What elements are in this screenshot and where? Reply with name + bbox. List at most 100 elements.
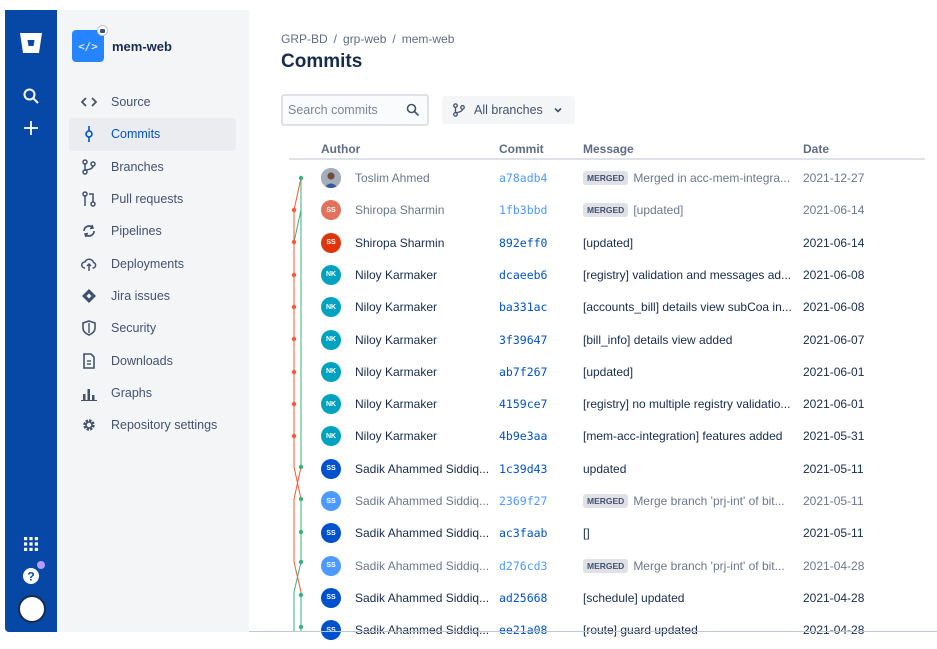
branch-filter-dropdown[interactable]: All branches [442,96,575,124]
commit-message-text: [accounts_bill] details view subCoa in..… [583,300,792,315]
table-row[interactable]: NK Niloy Karmaker ba331ac [accounts_bill] d… [289,291,925,323]
sidebar-item-pipelines[interactable]: Pipelines [69,215,236,247]
author-avatar[interactable]: SS [321,232,341,253]
app-switcher-icon[interactable] [17,530,45,558]
sidebar-item-label: Commits [111,127,161,142]
sidebar-item-label: Pull requests [111,192,184,207]
avatar-initials: SS [326,594,336,602]
author-avatar[interactable]: NK [321,264,341,285]
table-row[interactable]: NK Niloy Karmaker dcaeeb6 [registry] valida… [289,259,925,291]
author-avatar[interactable]: SS [321,200,341,221]
project-sidebar: </> mem-web Source Commits Branches Pull… [57,10,249,632]
bitbucket-logo-icon[interactable] [19,32,43,54]
avatar-initials: SS [326,206,336,214]
commit-hash-link[interactable]: 2369f27 [499,494,547,508]
table-header: Author Commit Message Date [289,138,925,160]
commit-message: updated [583,462,793,476]
commit-hash-link[interactable]: ac3faab [499,526,547,540]
repo-header[interactable]: </> mem-web [72,25,172,62]
commit-author: Niloy Karmaker [355,364,438,379]
author-avatar[interactable]: SS [321,555,341,576]
avatar-initials: NK [325,271,337,279]
breadcrumb-repo[interactable]: mem-web [402,32,455,46]
sidebar-item-security[interactable]: Security [69,312,236,344]
table-row[interactable]: SS Shiropa Sharmin 892eff0 [updated] 2021-06… [289,227,925,259]
commit-hash-link[interactable]: 1fb3bbd [499,203,547,217]
search-icon[interactable] [406,103,420,117]
sidebar-item-branches[interactable]: Branches [69,151,236,183]
commit-date: 2021-06-07 [803,332,865,347]
commit-hash-link[interactable]: 4b9e3aa [499,429,547,443]
author-avatar[interactable]: NK [321,329,341,350]
table-row[interactable]: NK Niloy Karmaker 4b9e3aa [mem-acc-integrat… [289,420,925,452]
table-row[interactable]: NK Niloy Karmaker ab7f267 [updated] 2021-06-… [289,356,925,388]
author-avatar[interactable]: SS [321,491,341,511]
commit-author: Sadik Ahammed Siddiq... [355,590,490,605]
author-avatar[interactable]: NK [321,394,341,415]
commit-hash-link[interactable]: 892eff0 [499,236,547,250]
pull-request-icon [81,191,97,207]
author-avatar[interactable]: SS [321,458,341,479]
commit-date: 2021-06-01 [803,397,865,412]
commit-date: 2021-04-28 [803,558,865,573]
graph-node [291,401,297,407]
branch-filter-label: All branches [474,103,543,117]
commit-hash-link[interactable]: ab7f267 [499,365,547,379]
table-row[interactable]: NK Niloy Karmaker 4159ce7 [registry] no mul… [289,388,925,420]
commit-hash-link[interactable]: ad25668 [499,591,547,605]
commit-author: Sadik Ahammed Siddiq... [355,526,490,541]
table-row[interactable]: SS Sadik Ahammed Siddiq... ad25668 [schedul… [289,582,925,614]
commit-hash-link[interactable]: 4159ce7 [499,397,547,411]
commit-author: Shiropa Sharmin [355,203,445,218]
commit-date: 2021-06-08 [803,300,865,315]
commit-author: Niloy Karmaker [355,267,438,282]
commit-hash-link[interactable]: d276cd3 [499,559,547,573]
graph-node [291,369,297,375]
author-avatar[interactable]: SS [321,587,341,608]
author-avatar[interactable]: NK [321,297,341,318]
user-avatar[interactable] [18,595,46,623]
table-row[interactable]: SS Sadik Ahammed Siddiq... 2369f27 MERGED Me… [289,485,925,517]
sidebar-item-pull-requests[interactable]: Pull requests [69,183,236,215]
commit-hash-link[interactable]: a78adb4 [499,171,547,185]
commit-hash-link[interactable]: ba331ac [499,300,547,314]
breadcrumb-separator: / [333,32,338,46]
table-row[interactable]: SS Sadik Ahammed Siddiq... d276cd3 MERGED Me… [289,550,925,582]
commit-message-text: Merge branch 'prj-int' of bit... [633,558,785,573]
table-row[interactable]: NK Niloy Karmaker 3f39647 [bill_info] detai… [289,324,925,356]
sidebar-item-downloads[interactable]: Downloads [69,344,236,376]
table-row[interactable]: SS Sadik Ahammed Siddiq... 1c39d43 updated 2… [289,453,925,485]
author-avatar[interactable]: NK [321,426,341,447]
author-avatar[interactable]: NK [321,361,341,382]
avatar-initials: NK [325,336,337,343]
table-row[interactable]: SS Shiropa Sharmin 1fb3bbd MERGED [updated] 2… [289,194,925,226]
author-avatar[interactable]: SS [321,523,341,544]
column-header-date: Date [803,142,830,156]
commit-hash-link[interactable]: 1c39d43 [499,462,547,476]
commit-message-text: Merge branch 'prj-int' of bit... [633,494,785,508]
sidebar-item-source[interactable]: Source [69,86,236,118]
commit-message: [bill_info] details view added [583,333,793,347]
author-avatar[interactable] [321,168,341,188]
commit-hash-link[interactable]: dcaeeb6 [499,268,547,282]
search-commits-input[interactable] [288,103,398,117]
avatar-initials: NK [325,303,337,311]
graph-node [298,496,304,502]
breadcrumb-workspace[interactable]: GRP-BD [281,32,328,46]
sidebar-item-jira-issues[interactable]: Jira issues [69,280,236,312]
table-row[interactable]: SS Sadik Ahammed Siddiq... ac3faab [] 2021-0… [289,517,925,549]
notification-dot [37,561,45,569]
sidebar-item-commits[interactable]: Commits [69,118,236,151]
sidebar-item-deployments[interactable]: Deployments [69,247,236,279]
global-search-icon[interactable] [17,82,45,110]
gear-icon [81,417,97,433]
sidebar-item-repository-settings[interactable]: Repository settings [69,409,236,441]
create-plus-icon[interactable] [17,114,45,142]
breadcrumb-project[interactable]: grp-web [343,32,386,46]
commit-hash-link[interactable]: 3f39647 [499,333,547,347]
table-row[interactable]: Toslim Ahmed a78adb4 MERGED Merged in acc-m… [289,162,925,194]
sidebar-item-graphs[interactable]: Graphs [69,377,236,409]
sidebar-item-label: Jira issues [111,288,171,303]
commit-message-text: [updated] [583,235,634,250]
column-header-commit: Commit [499,142,544,156]
